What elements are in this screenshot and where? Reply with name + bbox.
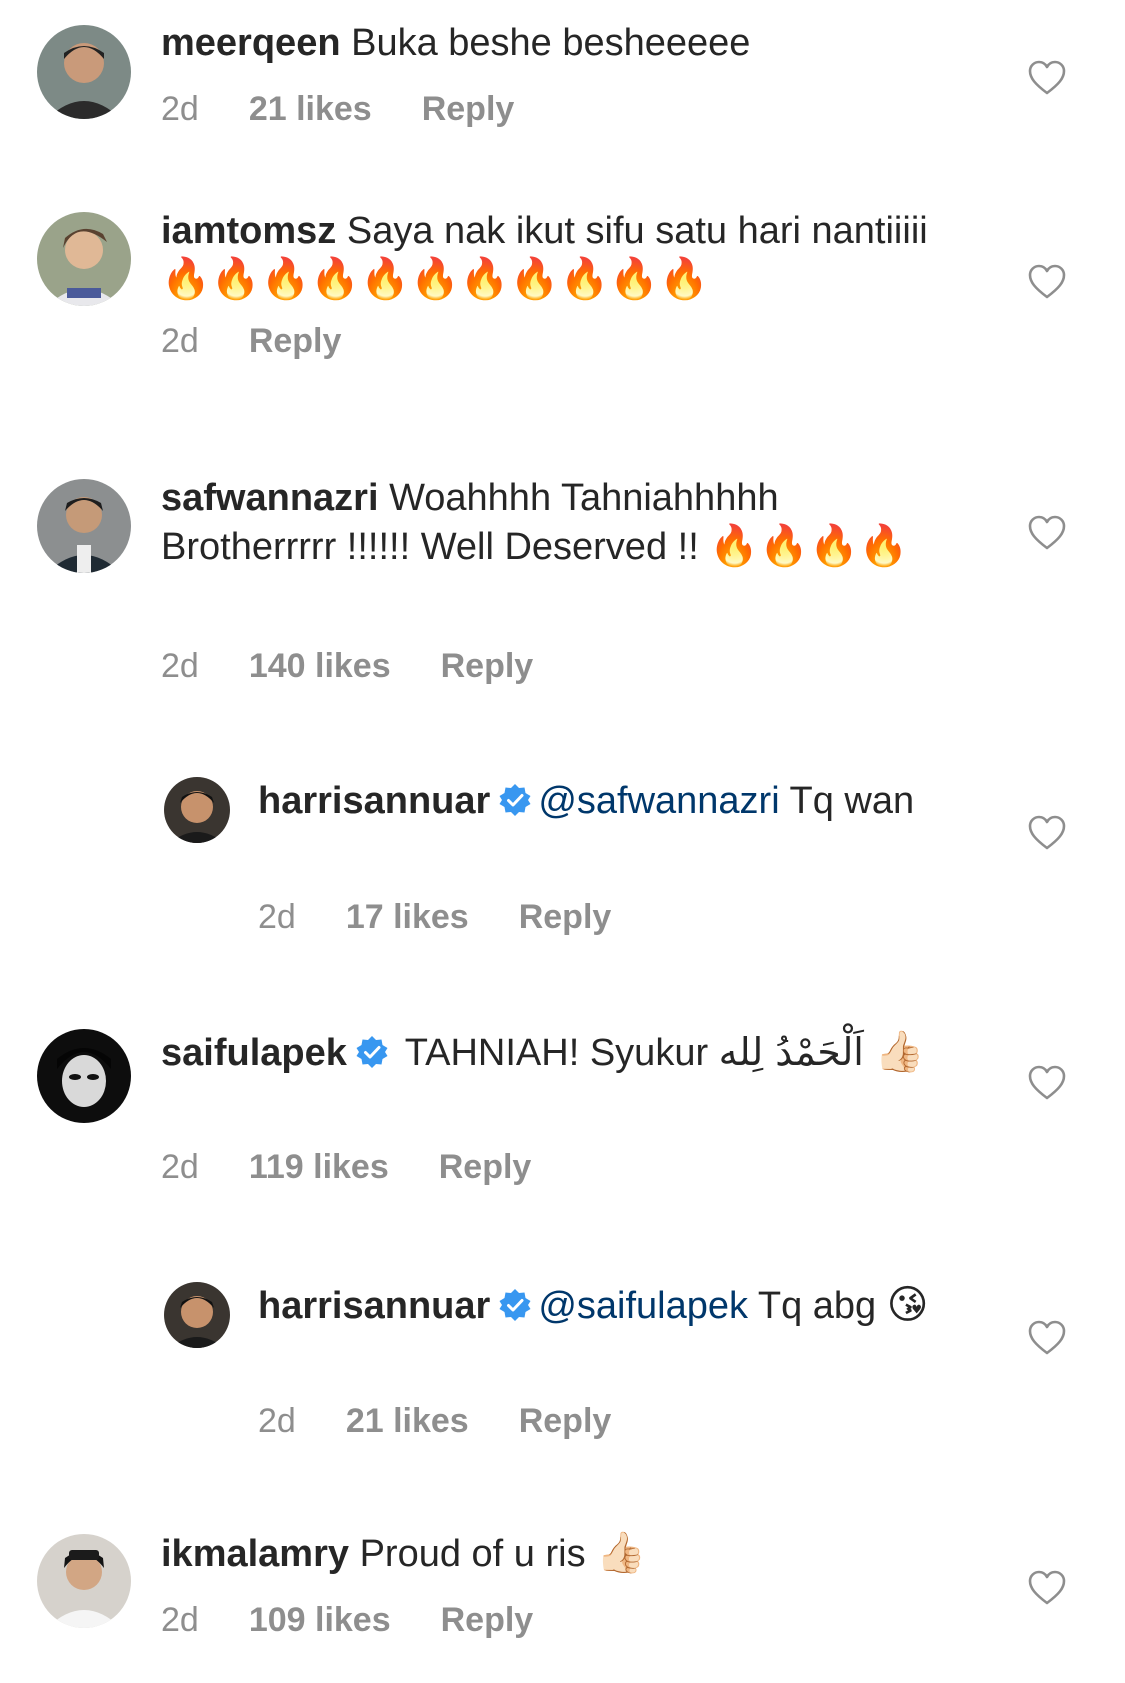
verified-badge-icon (498, 1288, 532, 1322)
avatar[interactable] (37, 479, 131, 573)
username[interactable]: iamtomsz (161, 210, 336, 252)
timestamp: 2d (161, 647, 199, 685)
avatar[interactable] (164, 1282, 230, 1348)
reply-button[interactable]: Reply (441, 1601, 534, 1640)
thumbs-up-emoji: 👍🏻 (874, 1029, 925, 1075)
likes-count[interactable]: 140 likes (249, 647, 391, 686)
timestamp: 2d (258, 898, 296, 936)
heart-icon[interactable] (1027, 264, 1067, 300)
likes-count[interactable]: 21 likes (249, 90, 372, 129)
mention-link[interactable]: @safwannazri (538, 780, 779, 822)
kiss-emoji: 😘 (886, 1282, 929, 1328)
comment-text: Saya nak ikut sifu satu hari nantiiiii (346, 210, 928, 252)
comment-body: saifulapek TAHNIAH! Syukur اَلْحَمْدُ لِ… (161, 1028, 945, 1077)
timestamp: 2d (161, 90, 199, 128)
reply-button[interactable]: Reply (249, 322, 342, 361)
reply-button[interactable]: Reply (519, 1402, 612, 1441)
comment-body: meerqeen Buka beshe besheeeee (161, 19, 945, 67)
comment-body: safwannazri Woahhhh Tahniahhhhh Brotherr… (161, 474, 945, 571)
comment-meta: 2d 17 likes Reply (258, 898, 611, 937)
verified-badge-icon (355, 1035, 389, 1069)
timestamp: 2d (161, 1148, 199, 1186)
comment-text: Tq abg (757, 1285, 877, 1327)
comment-text: Buka beshe besheeeee (351, 22, 751, 64)
reply-button[interactable]: Reply (519, 898, 612, 937)
timestamp: 2d (161, 1601, 199, 1639)
comment-body: iamtomsz Saya nak ikut sifu satu hari na… (161, 207, 945, 304)
username[interactable]: saifulapek (161, 1032, 347, 1074)
mention-link[interactable]: @saifulapek (538, 1285, 748, 1327)
fire-emoji: 🔥🔥🔥🔥 (709, 523, 909, 569)
comment-text: Tq wan (789, 780, 915, 822)
username[interactable]: safwannazri (161, 477, 379, 519)
avatar[interactable] (164, 777, 230, 843)
comment-meta: 2d Reply (161, 322, 341, 361)
thumbs-up-emoji: 👍🏻 (596, 1530, 646, 1576)
comment-meta: 2d 140 likes Reply (161, 647, 533, 686)
likes-count[interactable]: 17 likes (346, 898, 469, 937)
avatar[interactable] (37, 1534, 131, 1628)
fire-emoji: 🔥🔥🔥🔥🔥🔥🔥🔥🔥🔥🔥 (161, 256, 709, 302)
reply-button[interactable]: Reply (439, 1148, 532, 1187)
comment-body: harrisannuar @saifulapek Tq abg 😘 (258, 1281, 975, 1330)
heart-icon[interactable] (1027, 1320, 1067, 1356)
heart-icon[interactable] (1027, 515, 1067, 551)
avatar[interactable] (37, 25, 131, 119)
username[interactable]: ikmalamry (161, 1533, 349, 1575)
username[interactable]: harrisannuar (258, 1285, 490, 1327)
reply-button[interactable]: Reply (441, 647, 534, 686)
heart-icon[interactable] (1027, 60, 1067, 96)
comment-meta: 2d 21 likes Reply (258, 1402, 611, 1441)
username[interactable]: harrisannuar (258, 780, 490, 822)
heart-icon[interactable] (1027, 1570, 1067, 1606)
verified-badge-icon (498, 783, 532, 817)
timestamp: 2d (258, 1402, 296, 1440)
heart-icon[interactable] (1027, 1065, 1067, 1101)
arabic-text: اَلْحَمْدُ لِله (718, 1030, 864, 1074)
timestamp: 2d (161, 322, 199, 360)
comment-body: ikmalamry Proud of u ris 👍🏻 (161, 1529, 945, 1578)
avatar[interactable] (37, 1029, 131, 1123)
likes-count[interactable]: 21 likes (346, 1402, 469, 1441)
comment-text: TAHNIAH! Syukur (404, 1032, 709, 1074)
likes-count[interactable]: 109 likes (249, 1601, 391, 1640)
username[interactable]: meerqeen (161, 22, 341, 64)
heart-icon[interactable] (1027, 815, 1067, 851)
comment-meta: 2d 119 likes Reply (161, 1148, 531, 1187)
avatar[interactable] (37, 212, 131, 306)
comment-body: harrisannuar @safwannazri Tq wan (258, 777, 975, 825)
comment-meta: 2d 21 likes Reply (161, 90, 514, 129)
likes-count[interactable]: 119 likes (249, 1148, 389, 1187)
comment-meta: 2d 109 likes Reply (161, 1601, 533, 1640)
reply-button[interactable]: Reply (422, 90, 515, 129)
comment-text: Proud of u ris (359, 1533, 586, 1575)
